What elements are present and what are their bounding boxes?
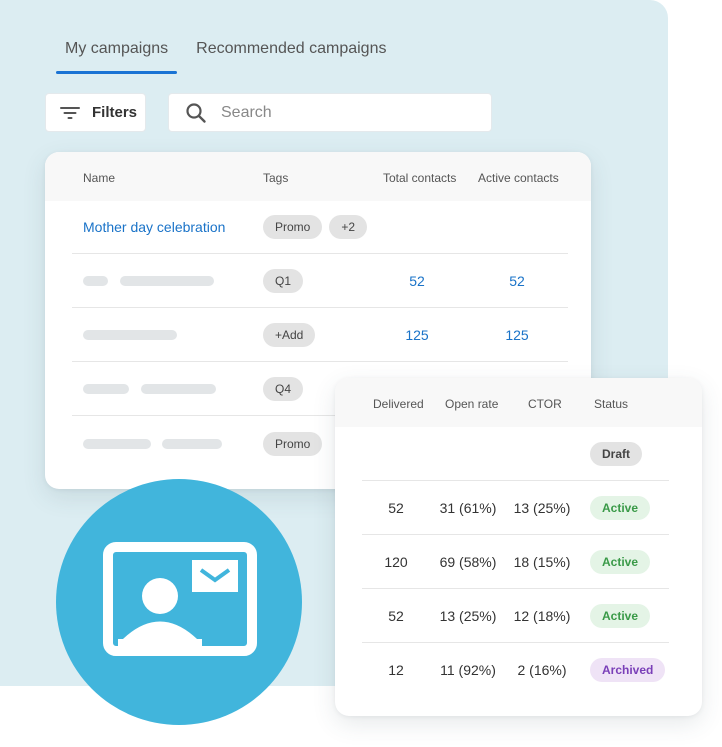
tab-recommended-campaigns[interactable]: Recommended campaigns <box>187 36 395 76</box>
table-row[interactable]: Q1 52 52 <box>72 255 568 308</box>
campaign-name-link[interactable]: Mother day celebration <box>83 219 225 235</box>
name-placeholder <box>83 438 151 449</box>
add-tag-chip[interactable]: +Add <box>263 323 316 347</box>
ctor-value: 18 (15%) <box>513 553 571 570</box>
tags-cell: Q4 <box>263 377 304 401</box>
more-tags-chip[interactable]: +2 <box>329 215 368 239</box>
contact-card-mail-icon <box>103 542 257 656</box>
total-contacts-value[interactable]: 125 <box>405 327 428 343</box>
ctor-value: 12 (18%) <box>513 607 571 624</box>
ctor-value: 13 (25%) <box>513 499 571 516</box>
status-cell: Active <box>590 603 651 628</box>
column-header-total-contacts[interactable]: Total contacts <box>383 171 456 185</box>
tag-chip[interactable]: Promo <box>263 431 323 456</box>
delivered-value: 120 <box>384 553 408 570</box>
tag-chip[interactable]: Promo <box>263 215 323 239</box>
delivered-value: 52 <box>388 499 404 516</box>
name-placeholder <box>83 384 129 394</box>
search-box[interactable] <box>168 93 492 132</box>
tags-cell: Q1 <box>263 269 304 293</box>
table-row[interactable]: 12 11 (92%) 2 (16%) Archived <box>362 643 669 697</box>
open-rate-value: 11 (92%) <box>440 662 496 678</box>
total-contacts-value[interactable]: 52 <box>409 273 425 289</box>
open-rate-value: 13 (25%) <box>439 607 497 624</box>
name-placeholder <box>141 384 216 394</box>
column-header-open-rate[interactable]: Open rate <box>445 397 498 411</box>
open-rate-value: 69 (58%) <box>439 553 497 570</box>
column-header-tags[interactable]: Tags <box>263 171 288 185</box>
stats-table-header: Delivered Open rate CTOR Status <box>335 378 702 427</box>
delivered-value: 52 <box>388 607 404 624</box>
active-contacts-value[interactable]: 52 <box>509 273 525 289</box>
column-header-active-contacts[interactable]: Active contacts <box>478 171 559 185</box>
ctor-value: 2 (16%) <box>517 662 567 678</box>
column-header-ctor[interactable]: CTOR <box>528 397 562 411</box>
table-row[interactable]: Mother day celebration Promo +2 <box>72 201 568 254</box>
status-cell: Draft <box>590 441 643 466</box>
status-cell: Archived <box>590 658 666 682</box>
table-row[interactable]: +Add 125 125 <box>72 309 568 362</box>
name-placeholder <box>120 276 214 286</box>
table-row[interactable]: 52 13 (25%) 12 (18%) Active <box>362 589 669 643</box>
filters-button[interactable]: Filters <box>45 93 146 132</box>
name-placeholder <box>83 330 177 340</box>
delivered-value: 12 <box>388 662 404 678</box>
illustration-circle <box>56 479 302 725</box>
status-badge: Active <box>590 495 651 520</box>
tags-cell: Promo +2 <box>263 215 368 239</box>
campaign-tabs: My campaigns Recommended campaigns <box>56 36 405 76</box>
tags-cell: +Add <box>263 323 316 347</box>
open-rate-value: 31 (61%) <box>439 499 497 516</box>
status-badge: Archived <box>590 658 666 682</box>
tab-my-campaigns[interactable]: My campaigns <box>56 36 178 76</box>
table-row[interactable]: 120 69 (58%) 18 (15%) Active <box>362 535 669 589</box>
filter-icon <box>60 106 80 120</box>
column-header-delivered[interactable]: Delivered <box>373 397 424 411</box>
name-placeholder <box>83 276 108 286</box>
search-icon <box>186 102 206 123</box>
tag-chip[interactable]: Q1 <box>263 269 304 293</box>
campaigns-table-header: Name Tags Total contacts Active contacts <box>45 152 591 201</box>
tag-chip[interactable]: Q4 <box>263 377 304 401</box>
status-badge: Active <box>590 603 651 628</box>
campaign-stats-table: Delivered Open rate CTOR Status Draft 52… <box>335 378 702 716</box>
status-badge: Draft <box>590 441 643 466</box>
name-placeholder <box>162 438 222 449</box>
search-input[interactable] <box>221 103 461 122</box>
column-header-name[interactable]: Name <box>83 171 115 185</box>
filters-label: Filters <box>92 104 138 121</box>
table-row[interactable]: Draft <box>362 427 669 481</box>
status-cell: Active <box>590 495 651 520</box>
active-contacts-value[interactable]: 125 <box>505 327 528 343</box>
status-badge: Active <box>590 549 651 574</box>
table-row[interactable]: 52 31 (61%) 13 (25%) Active <box>362 481 669 535</box>
column-header-status[interactable]: Status <box>594 397 628 411</box>
status-cell: Active <box>590 549 651 574</box>
tags-cell: Promo <box>263 431 323 456</box>
